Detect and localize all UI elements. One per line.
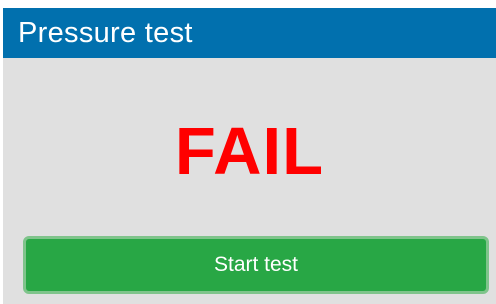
test-result-status: FAIL [174,114,325,189]
start-test-button[interactable]: Start test [23,236,489,294]
page-title: Pressure test [18,16,193,49]
pressure-test-panel: Pressure test FAIL Start test [3,8,496,304]
header-bar: Pressure test [3,8,496,58]
